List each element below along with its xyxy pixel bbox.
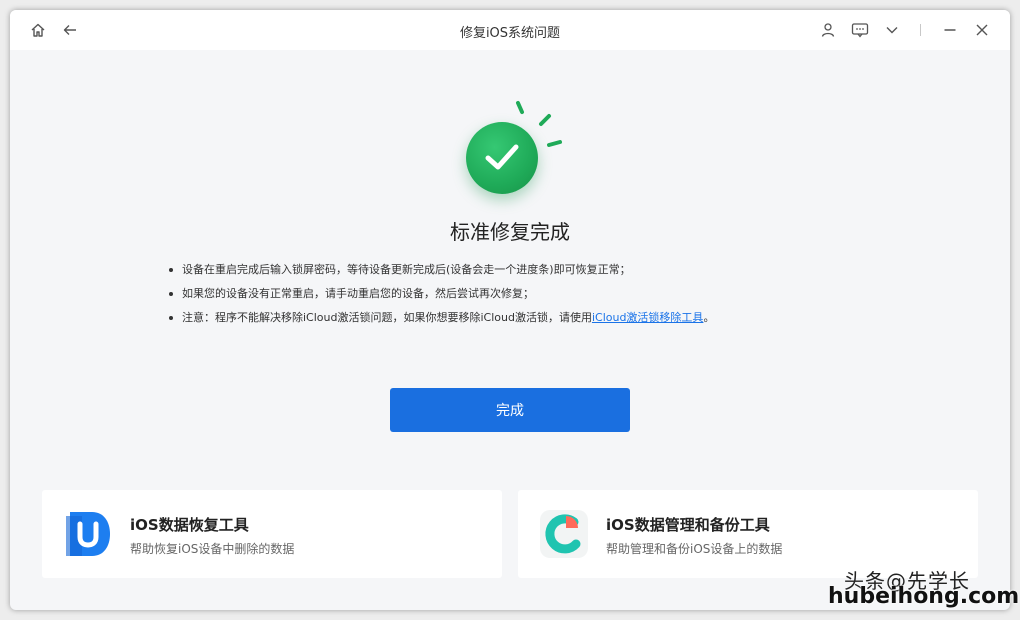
- title-bar-divider: [920, 24, 921, 36]
- watermark: 头条@先学长 hubeihong.com: [822, 565, 1019, 615]
- feedback-icon[interactable]: [850, 20, 870, 40]
- instruction-list: 设备在重启完成后输入锁屏密码，等待设备更新完成后(设备会走一个进度条)即可恢复正…: [168, 262, 868, 334]
- done-button[interactable]: 完成: [390, 388, 630, 432]
- card-subtitle: 帮助管理和备份iOS设备上的数据: [606, 542, 783, 556]
- data-recovery-app-icon: [62, 508, 114, 560]
- title-bar: 修复iOS系统问题: [10, 10, 1010, 50]
- instruction-text: 注意：程序不能解决移除iCloud激活锁问题，如果你想要移除iCloud激活锁，…: [182, 311, 592, 324]
- completion-heading: 标准修复完成: [450, 220, 570, 244]
- instruction-item: 设备在重启完成后输入锁屏密码，等待设备更新完成后(设备会走一个进度条)即可恢复正…: [168, 262, 868, 286]
- watermark-bottom-text: hubeihong.com: [828, 584, 1020, 609]
- minimize-icon[interactable]: [940, 20, 960, 40]
- icloud-unlock-tool-link[interactable]: iCloud激活锁移除工具: [592, 311, 703, 324]
- instruction-text: 设备在重启完成后输入锁屏密码，等待设备更新完成后(设备会走一个进度条)即可恢复正…: [182, 263, 631, 276]
- chevron-down-icon[interactable]: [882, 20, 902, 40]
- app-window: 修复iOS系统问题 标准修复完成 设备在重启完成后输入锁屏密码，等待设备更新完成: [10, 10, 1010, 610]
- card-title: iOS数据恢复工具: [130, 516, 249, 534]
- instruction-text: 如果您的设备没有正常重启，请手动重启您的设备，然后尝试再次修复；: [182, 287, 534, 300]
- card-subtitle: 帮助恢复iOS设备中删除的数据: [130, 542, 295, 556]
- data-manager-app-icon: [538, 508, 590, 560]
- user-icon[interactable]: [818, 20, 838, 40]
- instruction-item: 注意：程序不能解决移除iCloud激活锁问题，如果你想要移除iCloud激活锁，…: [168, 310, 868, 334]
- instruction-suffix: 。: [703, 311, 715, 324]
- data-recovery-card[interactable]: iOS数据恢复工具 帮助恢复iOS设备中删除的数据: [42, 490, 502, 578]
- close-icon[interactable]: [972, 20, 992, 40]
- checkmark-icon: [466, 122, 538, 194]
- instruction-item: 如果您的设备没有正常重启，请手动重启您的设备，然后尝试再次修复；: [168, 286, 868, 310]
- success-illustration: [460, 100, 570, 210]
- card-title: iOS数据管理和备份工具: [606, 516, 770, 534]
